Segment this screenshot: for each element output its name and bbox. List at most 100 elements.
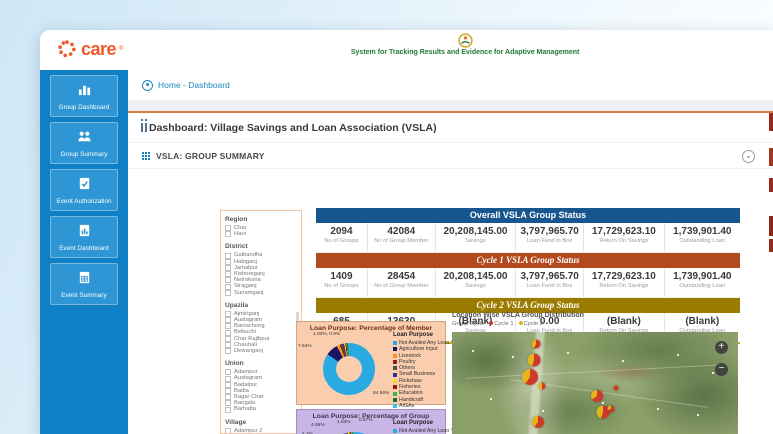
sidebar-item-label: Group Dashboard — [59, 104, 110, 111]
group-cluster-marker[interactable] — [532, 416, 544, 428]
checkbox[interactable] — [225, 348, 231, 354]
checkbox[interactable] — [225, 284, 231, 290]
checkbox[interactable] — [225, 376, 231, 382]
stat-cell: 3,797,965.70Loan Fund in Box — [515, 268, 583, 297]
stat-value: 20,208,145.00 — [436, 271, 516, 282]
main-area: Home - Dashboard Dashboard: Village Savi… — [128, 70, 773, 434]
filter-option[interactable]: Sunamganj — [225, 290, 297, 296]
stat-value: 2094 — [316, 226, 367, 237]
checkbox[interactable] — [225, 225, 231, 231]
collapse-chevron-icon[interactable]: ⌄ — [742, 150, 755, 163]
status-table-row: 1409No of Groups28454No of Group Member2… — [316, 268, 740, 298]
legend-swatch — [393, 404, 397, 408]
group-cluster-marker[interactable] — [522, 369, 538, 385]
loan-purpose-member-chart: Loan Purpose: Percentage of Member1.93%,… — [296, 321, 446, 405]
stat-label: No of Groups — [316, 283, 367, 289]
breadcrumb[interactable]: Home - Dashboard — [158, 80, 230, 90]
checkbox[interactable] — [225, 342, 231, 348]
group-cluster-marker[interactable] — [613, 385, 618, 390]
legend-title: Loan Purpose — [393, 332, 445, 338]
sidebar-item-event-dashboard[interactable]: Event Dashboard — [50, 216, 118, 258]
legend-title: Loan Purpose — [393, 420, 445, 426]
stat-cell: 28454No of Group Member — [367, 268, 435, 297]
sidebar-item-event-authorization[interactable]: Event Authorization — [50, 169, 118, 211]
checkbox[interactable] — [225, 265, 231, 271]
legend-swatch — [393, 354, 397, 358]
cutoff-red-sliver — [769, 239, 773, 252]
brand-name: care — [81, 40, 116, 58]
checkbox[interactable] — [225, 330, 231, 336]
filter-section-union: UnionAdampurAustagramBadalpurBadlaBagar … — [225, 360, 297, 412]
stat-label: No of Group Member — [368, 238, 435, 244]
group-cluster-marker[interactable] — [591, 390, 603, 402]
sidebar-item-label: Group Summary — [61, 151, 108, 158]
filter-option[interactable]: Barhatta — [225, 406, 297, 412]
legend-swatch — [393, 385, 397, 389]
sidebar-item-event-summary[interactable]: Event Summary — [50, 263, 118, 305]
satellite-map[interactable]: + − — [452, 332, 738, 434]
checkbox[interactable] — [225, 336, 231, 342]
map-zoom-out-button[interactable]: − — [715, 363, 728, 376]
sidebar-item-group-dashboard[interactable]: Group Dashboard — [50, 75, 118, 117]
filter-option[interactable]: Haor — [225, 231, 297, 237]
map-legend-item[interactable]: Cycle 1 — [489, 321, 513, 327]
stat-label: Return On Savings — [584, 238, 664, 244]
group-cluster-marker[interactable] — [608, 406, 615, 413]
legend-label: Not Availed Any Loan Yet — [399, 428, 458, 434]
status-table-header: Cycle 2 VSLA Group Status — [316, 298, 740, 313]
stat-label: Return On Savings — [584, 283, 664, 289]
filter-section-village: VillageAdampur 2Adarsha GramAhar BazarAg… — [225, 419, 297, 434]
doc-check-icon — [77, 176, 92, 196]
group-cluster-marker[interactable] — [528, 353, 541, 366]
checkbox[interactable] — [225, 369, 231, 375]
group-cluster-marker[interactable] — [531, 340, 540, 349]
grid-icon — [142, 152, 144, 154]
group-cluster-marker[interactable] — [539, 383, 546, 390]
data-label: 0.87% — [359, 418, 373, 423]
checkbox[interactable] — [225, 407, 231, 413]
stat-cell: 1,739,901.40Outstanding Loan — [664, 268, 740, 297]
stat-label: Outstanding Loan — [665, 238, 740, 244]
filter-section-district: DistrictGaibandhaHabiganjJamalpurKishore… — [225, 243, 297, 295]
stat-value: 3,797,965.70 — [516, 271, 583, 282]
legend-item[interactable]: Not Availed Any Loan Yet — [393, 428, 445, 434]
checkbox[interactable] — [225, 231, 231, 237]
loan-purpose-group-chart: Loan Purpose: Percentage of Group1.63%0.… — [296, 409, 446, 434]
map-legend-item[interactable]: Cycle 2 — [519, 321, 543, 327]
checkbox[interactable] — [225, 382, 231, 388]
map-zoom-in-button[interactable]: + — [715, 341, 728, 354]
sidebar-item-label: Event Dashboard — [59, 245, 108, 252]
checkbox[interactable] — [225, 317, 231, 323]
status-table-row: 2094No of Groups42084No of Group Member2… — [316, 223, 740, 253]
donut-hole — [336, 356, 362, 382]
divider-band — [128, 100, 773, 111]
checkbox[interactable] — [225, 290, 231, 296]
browser-window: care ® System for Tracking Results and E… — [40, 30, 773, 434]
stat-label: Loan Fund in Box — [516, 283, 583, 289]
checkbox[interactable] — [225, 394, 231, 400]
stat-label: Loan Fund in Box — [516, 238, 583, 244]
stat-label: No of Group Member — [368, 283, 435, 289]
doc-grid-icon — [77, 270, 92, 290]
legend-swatch — [393, 360, 397, 364]
legend-swatch — [393, 379, 397, 383]
legend-swatch — [393, 429, 397, 433]
checkbox[interactable] — [225, 400, 231, 406]
checkbox[interactable] — [225, 428, 231, 434]
checkbox[interactable] — [225, 323, 231, 329]
sidebar-item-group-summary[interactable]: Group Summary — [50, 122, 118, 164]
legend-swatch — [393, 373, 397, 377]
checkbox[interactable] — [225, 388, 231, 394]
stat-cell: 17,729,623.10Return On Savings — [583, 223, 664, 252]
checkbox[interactable] — [225, 311, 231, 317]
pie-chart[interactable] — [323, 343, 375, 395]
checkbox[interactable] — [225, 277, 231, 283]
filter-option[interactable]: Dewanganj — [225, 348, 297, 354]
checkbox[interactable] — [225, 253, 231, 259]
checkbox[interactable] — [225, 271, 231, 277]
stat-value: 1,739,901.40 — [665, 271, 740, 282]
checkbox[interactable] — [225, 259, 231, 265]
stat-cell: 42084No of Group Member — [367, 223, 435, 252]
map-legend: Group Cycle Cycle 1Cycle 2 — [452, 321, 742, 327]
data-label: 1.93%, 0.9% — [313, 332, 340, 337]
